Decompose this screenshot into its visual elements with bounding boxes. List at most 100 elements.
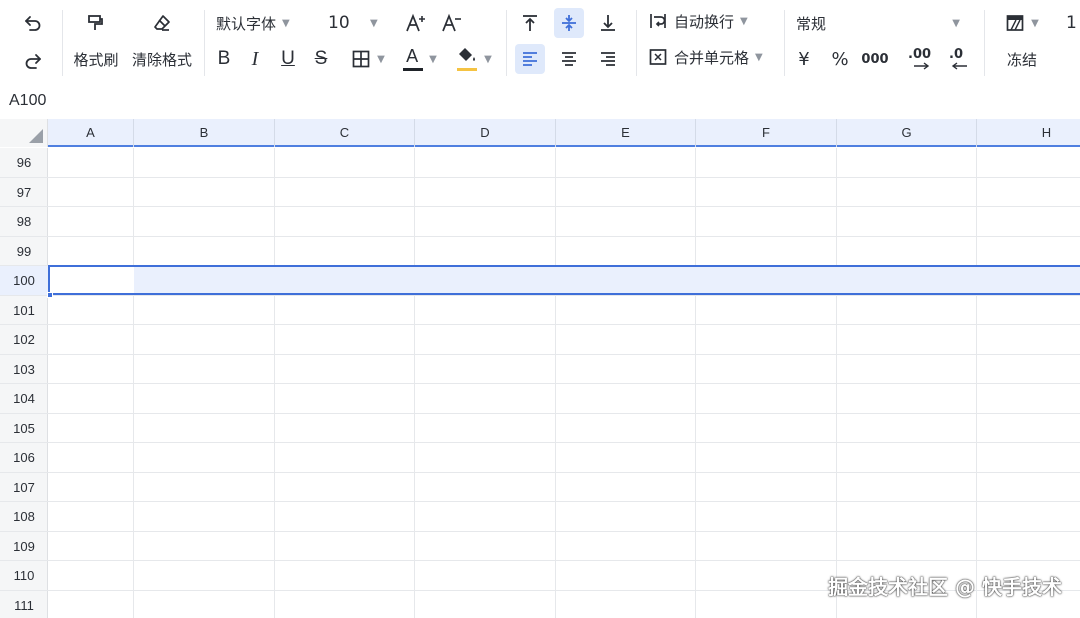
toolbar-separator: [784, 10, 785, 76]
decrease-decimal-button[interactable]: .0: [944, 44, 974, 74]
format-painter-label[interactable]: 格式刷: [70, 44, 122, 74]
row-header-96[interactable]: 96: [0, 148, 48, 178]
decrease-font-button[interactable]: [438, 8, 466, 38]
grid-row-line: [48, 530, 1080, 532]
column-header-g[interactable]: G: [837, 119, 977, 147]
wrap-text-label: 自动换行: [674, 12, 735, 31]
percent-format-button[interactable]: %: [826, 44, 854, 74]
merge-cells-icon: [649, 49, 667, 65]
grid-row-line: [48, 176, 1080, 178]
spreadsheet-grid[interactable]: ABCDEFGH 96 97 98 99 100 101 102 103 104 105 106 10…: [0, 119, 1080, 618]
row-header-99[interactable]: 99: [0, 237, 48, 266]
font-color-swatch: [403, 68, 424, 71]
chevron-down-icon: ▼: [282, 17, 290, 29]
wrap-text-button[interactable]: 自动换行 ▼: [648, 6, 758, 36]
redo-icon: [25, 54, 41, 69]
bold-button[interactable]: B: [210, 44, 238, 74]
fill-color-swatch: [457, 68, 478, 71]
clear-format-label[interactable]: 清除格式: [128, 44, 196, 74]
chevron-down-icon: ▼: [370, 17, 378, 29]
redo-button[interactable]: [18, 46, 48, 76]
chevron-down-icon: ▼: [755, 51, 763, 63]
row-header-109[interactable]: 109: [0, 532, 48, 561]
merge-cells-button[interactable]: 合并单元格 ▼: [648, 42, 776, 72]
freeze-dropdown[interactable]: ▼: [996, 8, 1048, 38]
fill-handle[interactable]: [47, 291, 53, 298]
align-bottom-button[interactable]: [593, 8, 623, 38]
toolbar-separator: [506, 10, 507, 76]
column-header-a[interactable]: A: [48, 119, 134, 147]
select-all-corner[interactable]: [0, 119, 48, 147]
font-family-select[interactable]: 默认字体 ▼: [216, 8, 312, 38]
increase-decimal-label: .00: [908, 47, 932, 62]
align-top-button[interactable]: [515, 8, 545, 38]
row-header-107[interactable]: 107: [0, 473, 48, 502]
thousands-format-button[interactable]: 000: [860, 44, 890, 74]
fill-color-button[interactable]: ▼: [452, 44, 496, 74]
align-left-icon: [523, 52, 537, 66]
grid-row-line: [48, 442, 1080, 443]
active-cell[interactable]: [48, 265, 134, 295]
align-bottom-icon: [601, 15, 615, 31]
row-header-106[interactable]: 106: [0, 443, 48, 473]
row-header-101[interactable]: 101: [0, 296, 48, 325]
align-right-icon: [601, 52, 615, 66]
align-top-icon: [523, 15, 537, 31]
strikethrough-button[interactable]: S: [307, 44, 335, 74]
chevron-down-icon: ▼: [484, 53, 492, 65]
increase-font-button[interactable]: [402, 8, 430, 38]
number-format-value: 常规: [796, 14, 827, 33]
increase-decimal-icon: .00: [908, 47, 934, 71]
grid-row-line: [48, 412, 1080, 414]
font-size-select[interactable]: 10 ▼: [328, 8, 390, 38]
toolbar-separator: [204, 10, 205, 76]
row-header-111[interactable]: 111: [0, 591, 48, 618]
font-color-button[interactable]: A ▼: [398, 44, 442, 74]
borders-button[interactable]: ▼: [346, 44, 390, 74]
grid-row-line: [48, 353, 1080, 355]
column-header-b[interactable]: B: [134, 119, 275, 147]
format-painter-button[interactable]: [80, 8, 110, 38]
toolbar-separator: [984, 10, 985, 76]
cell-area[interactable]: [47, 148, 1080, 618]
name-box[interactable]: A100: [0, 86, 1080, 119]
row-header-102[interactable]: 102: [0, 325, 48, 355]
chevron-down-icon: ▼: [377, 53, 385, 65]
number-format-select[interactable]: 常规 ▼: [796, 8, 960, 38]
column-header-f[interactable]: F: [696, 119, 837, 147]
toolbar-overflow-item[interactable]: 1: [1066, 8, 1080, 38]
align-middle-button[interactable]: [554, 8, 584, 38]
border-grid-icon: [352, 50, 370, 68]
column-header-e[interactable]: E: [556, 119, 696, 147]
clear-format-button[interactable]: [147, 8, 177, 38]
row-header-100[interactable]: 100: [0, 266, 48, 296]
row-header-105[interactable]: 105: [0, 414, 48, 443]
italic-button[interactable]: I: [241, 44, 269, 74]
underline-button[interactable]: U: [274, 44, 302, 74]
align-right-button[interactable]: [593, 44, 623, 74]
selected-row-highlight: [48, 265, 1080, 295]
undo-button[interactable]: [18, 8, 48, 38]
row-header-98[interactable]: 98: [0, 207, 48, 237]
freeze-icon: [1006, 15, 1024, 31]
row-header-103[interactable]: 103: [0, 355, 48, 384]
row-header-110[interactable]: 110: [0, 561, 48, 591]
align-left-button[interactable]: [515, 44, 545, 74]
grid-row-line: [48, 471, 1080, 473]
select-all-triangle-icon: [29, 129, 43, 143]
increase-decimal-button[interactable]: .00: [906, 44, 936, 74]
column-header-c[interactable]: C: [275, 119, 415, 147]
align-center-icon: [562, 52, 576, 66]
freeze-label[interactable]: 冻结: [1000, 44, 1044, 74]
row-header-104[interactable]: 104: [0, 384, 48, 414]
undo-icon: [25, 16, 41, 31]
grid-row-line: [48, 501, 1080, 502]
column-header-h[interactable]: H: [977, 119, 1080, 147]
column-header-d[interactable]: D: [415, 119, 556, 147]
font-color-icon: A: [403, 46, 424, 72]
currency-format-button[interactable]: ¥: [790, 44, 818, 74]
chevron-down-icon: ▼: [429, 53, 437, 65]
align-center-button[interactable]: [554, 44, 584, 74]
row-header-108[interactable]: 108: [0, 502, 48, 532]
row-header-97[interactable]: 97: [0, 178, 48, 207]
